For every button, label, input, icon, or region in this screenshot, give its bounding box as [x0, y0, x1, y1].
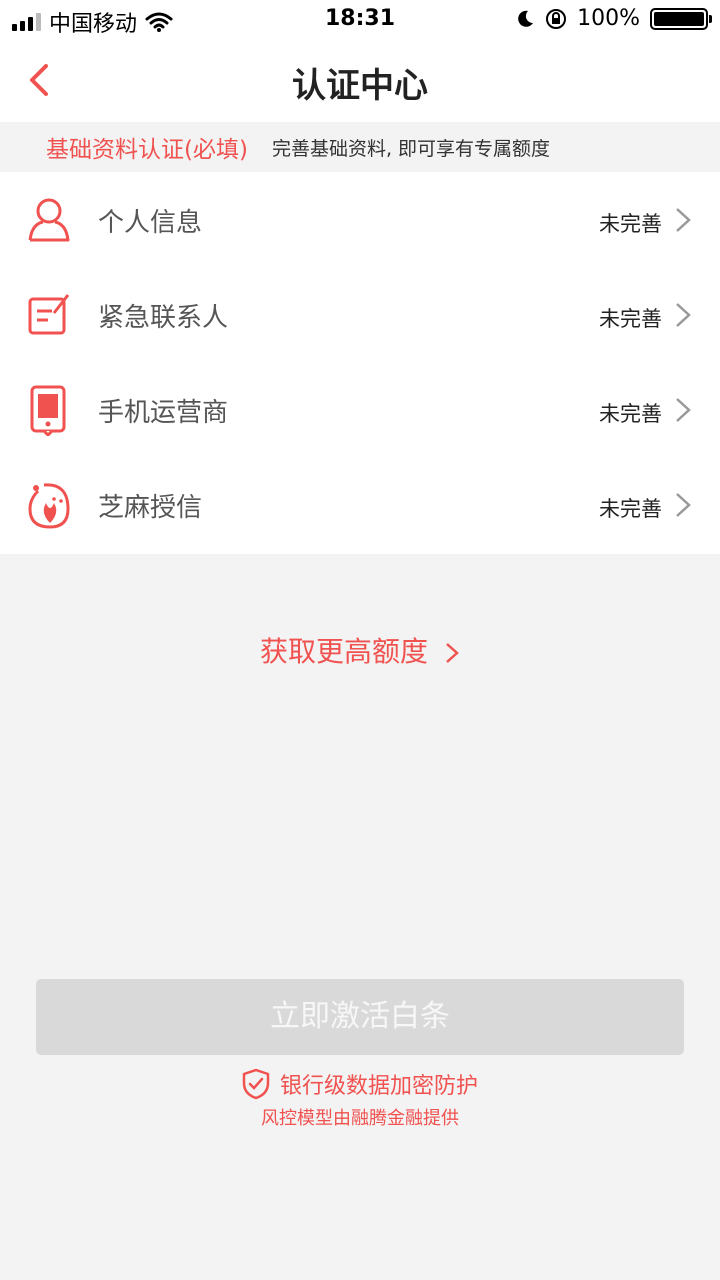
higher-limit-label: 获取更高额度 [259, 635, 428, 668]
chevron-right-icon [676, 208, 691, 232]
chevron-right-icon [676, 398, 691, 422]
list-item-status: 未完善 [599, 402, 662, 426]
moon-icon [518, 10, 534, 27]
nav-bar: 认证中心 [0, 40, 720, 122]
list-item-status: 未完善 [599, 307, 662, 331]
list-item-mobile-carrier[interactable]: 手机运营商 未完善 [0, 362, 720, 457]
section-subtitle: 完善基础资料, 即可享有专属额度 [271, 137, 551, 160]
list-item-label: 个人信息 [98, 208, 203, 238]
status-bar: 中国移动 18:31 100% [0, 0, 720, 40]
list-item-label: 手机运营商 [98, 398, 229, 428]
list-item-sesame-credit[interactable]: 芝麻授信 未完善 [0, 457, 720, 552]
security-line: 银行级数据加密防护 [0, 1068, 720, 1100]
section-title: 基础资料认证(必填) [46, 137, 248, 163]
contact-edit-icon [28, 294, 70, 335]
list-item-label: 紧急联系人 [98, 303, 229, 333]
battery-icon [650, 7, 712, 30]
person-icon [28, 198, 70, 242]
verification-list: 个人信息 未完善 紧急联系人 未完善 手机运营商 未完善 芝麻授信 未完善 [0, 172, 720, 554]
list-item-status: 未完善 [599, 212, 662, 236]
higher-limit-link[interactable]: 获取更高额度 [0, 630, 720, 670]
status-right: 100% [515, 6, 712, 31]
list-item-status: 未完善 [599, 497, 662, 521]
security-text: 银行级数据加密防护 [279, 1074, 478, 1099]
list-item-personal-info[interactable]: 个人信息 未完善 [0, 172, 720, 267]
rotation-lock-icon [546, 8, 567, 29]
provider-text: 风控模型由融腾金融提供 [261, 1108, 459, 1129]
battery-percent: 100% [577, 6, 640, 31]
activate-button[interactable]: 立即激活白条 [36, 979, 684, 1055]
section-header: 基础资料认证(必填) 完善基础资料, 即可享有专属额度 [0, 122, 720, 172]
chevron-right-icon [676, 303, 691, 327]
chevron-right-icon [446, 643, 459, 663]
security-notice: 银行级数据加密防护 风控模型由融腾金融提供 [0, 1068, 720, 1130]
sesame-credit-icon [28, 483, 70, 529]
list-item-label: 芝麻授信 [98, 493, 203, 523]
list-item-emergency-contact[interactable]: 紧急联系人 未完善 [0, 267, 720, 362]
shield-check-icon [242, 1068, 270, 1100]
phone-icon [30, 385, 66, 436]
page-title: 认证中心 [292, 66, 428, 106]
chevron-right-icon [676, 493, 691, 517]
